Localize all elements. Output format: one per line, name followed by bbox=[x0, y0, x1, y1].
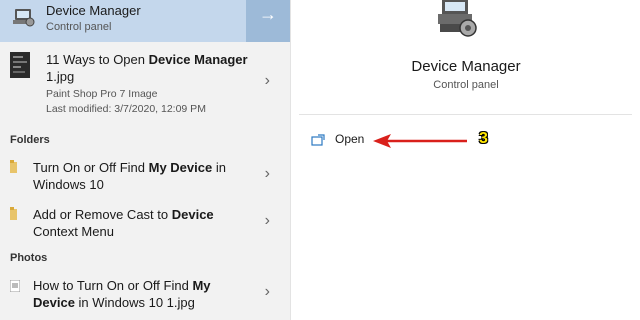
open-label: Open bbox=[335, 132, 365, 146]
image-file-icon bbox=[10, 52, 30, 83]
result-device-manager[interactable]: Device Manager Control panel → bbox=[0, 0, 290, 42]
photo-result[interactable]: How to Turn On or Off Find My Device in … bbox=[0, 273, 290, 317]
photo-title-line2: Device in Windows 10 1.jpg bbox=[33, 295, 195, 310]
folder-icon bbox=[10, 160, 18, 179]
chevron-right-icon[interactable]: › bbox=[265, 212, 270, 230]
detail-subtitle: Control panel bbox=[433, 79, 499, 91]
device-manager-icon bbox=[436, 0, 480, 45]
chevron-right-icon[interactable]: › bbox=[265, 72, 270, 90]
annotation-arrow bbox=[369, 132, 469, 155]
file-modified: Last modified: 3/7/2020, 12:09 PM bbox=[46, 103, 206, 115]
open-icon bbox=[311, 133, 325, 151]
photo-title-line1: How to Turn On or Off Find My bbox=[33, 278, 211, 293]
detail-panel: Device Manager Control panel Open 3 bbox=[290, 0, 640, 320]
chevron-right-icon[interactable]: › bbox=[265, 283, 270, 301]
photos-header: Photos bbox=[10, 252, 48, 264]
folder-icon bbox=[10, 207, 18, 226]
file-type: Paint Shop Pro 7 Image bbox=[46, 88, 158, 100]
folder-title-line1: Add or Remove Cast to Device bbox=[33, 207, 214, 222]
device-manager-small-icon bbox=[12, 6, 36, 33]
result-file[interactable]: 11 Ways to Open Device Manager 1.jpg Pai… bbox=[0, 44, 290, 122]
folder-title-line1: Turn On or Off Find My Device in bbox=[33, 160, 226, 175]
divider bbox=[299, 114, 632, 115]
chevron-right-icon[interactable]: › bbox=[265, 165, 270, 183]
annotation-badge: 3 bbox=[479, 130, 488, 147]
result-subtitle: Control panel bbox=[46, 21, 112, 33]
open-action[interactable]: Open bbox=[311, 131, 371, 149]
folders-header: Folders bbox=[10, 134, 50, 146]
detail-title: Device Manager bbox=[411, 58, 521, 75]
result-title: Device Manager bbox=[46, 3, 141, 18]
folder-title-line2: Context Menu bbox=[33, 224, 114, 239]
folder-result[interactable]: Add or Remove Cast to Device Context Men… bbox=[0, 201, 290, 245]
file-title-line1: 11 Ways to Open Device Manager bbox=[46, 52, 248, 67]
arrow-right-icon: → bbox=[259, 4, 277, 24]
folder-title-line2: Windows 10 bbox=[33, 177, 104, 192]
image-file-icon bbox=[9, 279, 21, 297]
file-title-line2: 1.jpg bbox=[46, 69, 75, 84]
open-arrow-button[interactable]: → bbox=[246, 0, 290, 42]
folder-result[interactable]: Turn On or Off Find My Device in Windows… bbox=[0, 155, 290, 199]
search-results-panel: Device Manager Control panel → 11 Ways t… bbox=[0, 0, 290, 320]
